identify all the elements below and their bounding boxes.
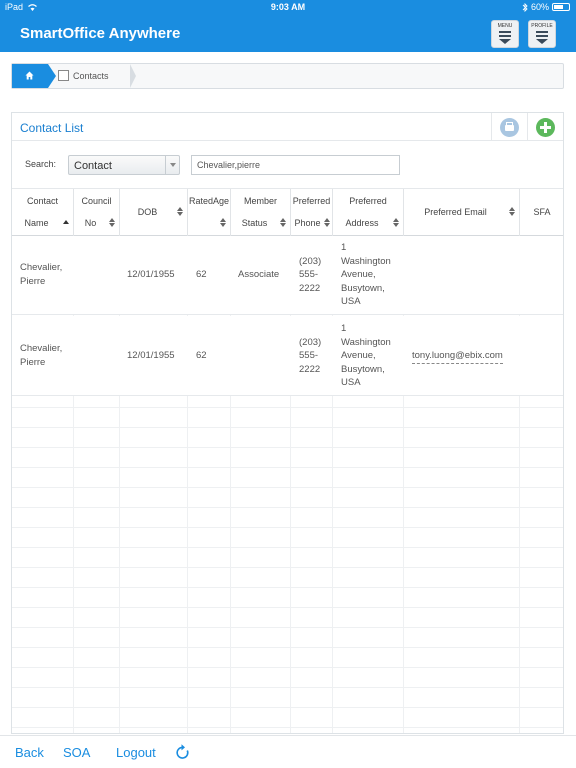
sort-icon: [324, 218, 331, 228]
column-header-sfa[interactable]: SFA: [520, 189, 563, 236]
search-label: Search:: [25, 159, 57, 169]
column-header-contact-name[interactable]: Contact Name: [12, 189, 74, 236]
table-row[interactable]: Chevalier, Pierre 12/01/1955 62 Associat…: [12, 236, 563, 315]
address-cell: 1 Washington Avenue, Busytown, USA: [341, 323, 391, 388]
phone-cell: (203) 555- 2222: [299, 256, 322, 294]
status-bar: iPad 9:03 AM 60%: [0, 0, 576, 15]
column-header-dob[interactable]: DOB: [120, 189, 188, 236]
print-icon: [500, 118, 519, 137]
app-title: SmartOffice Anywhere: [20, 25, 181, 42]
dob-cell: 12/01/1955: [127, 269, 175, 280]
member-status-cell: Associate: [238, 269, 280, 280]
battery-icon: [552, 3, 570, 11]
contact-table: Contact Name Council No DOB RatedAge Mem…: [12, 188, 563, 733]
sort-icon: [280, 218, 287, 228]
contact-list-panel: Contact List Search: Contact Contact Nam…: [11, 112, 564, 734]
email-cell: [412, 236, 519, 314]
contacts-icon: [58, 70, 69, 81]
panel-header: Contact List: [12, 113, 563, 141]
sfa-cell: [527, 316, 563, 395]
address-cell: 1 Washington Avenue, Busytown, USA: [341, 242, 391, 307]
breadcrumb-contacts-label: Contacts: [73, 71, 109, 81]
sort-asc-icon: [63, 218, 70, 228]
rated-age-cell: 62: [196, 269, 207, 280]
profile-button[interactable]: PROFILE: [528, 20, 556, 48]
sfa-cell: [527, 236, 563, 314]
profile-button-label: PROFILE: [531, 23, 553, 29]
column-header-council-no[interactable]: Council No: [74, 189, 120, 236]
bottom-toolbar: Back SOA Logout: [0, 735, 576, 768]
column-header-preferred-email[interactable]: Preferred Email: [404, 189, 520, 236]
breadcrumb: Contacts: [11, 63, 564, 89]
column-header-preferred-address[interactable]: Preferred Address: [333, 189, 404, 236]
member-status-cell: [238, 316, 290, 395]
add-contact-button[interactable]: [527, 113, 563, 141]
profile-icon: [536, 31, 548, 44]
sort-icon: [509, 207, 516, 217]
clock: 9:03 AM: [270, 2, 306, 12]
search-type-value: Contact: [74, 160, 112, 172]
sort-icon: [109, 218, 116, 228]
bluetooth-icon: [522, 2, 528, 12]
column-header-preferred-phone[interactable]: Preferred Phone: [291, 189, 333, 236]
search-type-select[interactable]: Contact: [68, 155, 180, 175]
council-no-cell: [74, 316, 120, 395]
soa-button[interactable]: SOA: [63, 745, 90, 760]
panel-title: Contact List: [20, 121, 84, 135]
column-header-rated-age[interactable]: RatedAge: [188, 189, 231, 236]
sort-icon: [177, 207, 184, 217]
chevron-down-icon: [165, 156, 179, 174]
print-button[interactable]: [491, 113, 527, 141]
phone-cell: (203) 555- 2222: [299, 337, 322, 375]
dob-cell: 12/01/1955: [127, 350, 175, 361]
rated-age-cell: 62: [196, 350, 207, 361]
sort-icon: [220, 218, 227, 228]
breadcrumb-home[interactable]: [12, 64, 56, 88]
logout-button[interactable]: Logout: [116, 745, 156, 760]
table-row[interactable]: Chevalier, Pierre 12/01/1955 62 (203) 55…: [12, 316, 563, 396]
home-icon: [25, 71, 34, 80]
app-header: SmartOffice Anywhere MENU PROFILE: [0, 15, 576, 52]
table-header: Contact Name Council No DOB RatedAge Mem…: [12, 188, 563, 236]
menu-button-label: MENU: [497, 23, 513, 29]
menu-icon: [499, 31, 511, 44]
council-no-cell: [74, 236, 120, 314]
email-cell: tony.luong@ebix.com: [412, 316, 519, 395]
menu-button[interactable]: MENU: [491, 20, 519, 48]
search-row: Search: Contact: [12, 142, 563, 188]
refresh-icon[interactable]: [175, 743, 190, 760]
back-button[interactable]: Back: [15, 745, 44, 760]
breadcrumb-contacts[interactable]: Contacts: [56, 64, 136, 88]
plus-icon: [536, 118, 555, 137]
column-header-member-status[interactable]: Member Status: [231, 189, 291, 236]
battery-percent: 60%: [530, 2, 549, 12]
email-link[interactable]: tony.luong@ebix.com: [412, 349, 503, 364]
sort-icon: [393, 218, 400, 228]
search-input[interactable]: [191, 155, 400, 175]
